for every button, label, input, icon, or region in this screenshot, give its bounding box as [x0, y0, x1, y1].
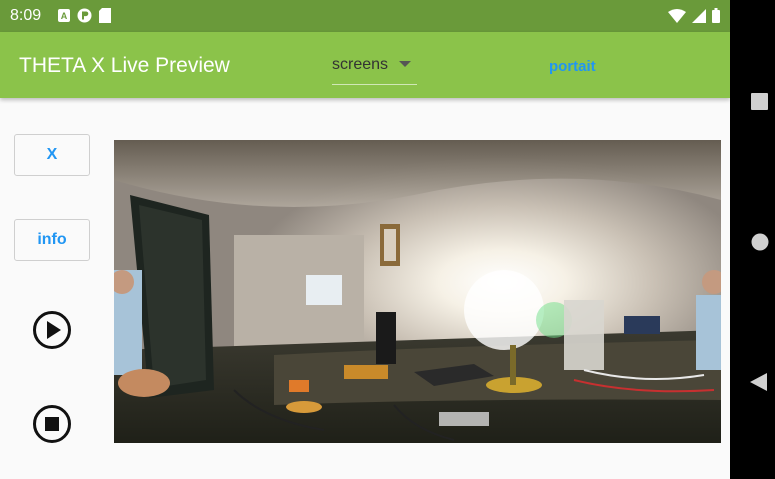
chevron-down-icon	[399, 61, 411, 67]
screens-dropdown[interactable]: screens	[332, 52, 417, 85]
a-icon: A	[58, 9, 70, 22]
wifi-icon	[668, 8, 686, 23]
info-button[interactable]: info	[14, 219, 90, 261]
app-bar: THETA X Live Preview screens portait	[0, 32, 730, 98]
p-icon	[77, 8, 92, 23]
back-icon[interactable]	[750, 373, 768, 391]
preview-scene	[114, 140, 721, 443]
status-icons-right	[668, 8, 720, 23]
sd-card-icon	[99, 8, 111, 23]
play-circle-icon[interactable]	[32, 310, 72, 350]
live-preview-image	[114, 140, 721, 443]
stop-circle-icon[interactable]	[32, 404, 72, 444]
recents-icon[interactable]	[751, 93, 768, 110]
app-screen: 8:09 A THETA X Live Preview screens port…	[0, 0, 730, 479]
status-icons-left: A	[58, 8, 111, 23]
x-button[interactable]: X	[14, 134, 90, 176]
navigation-bar	[730, 0, 775, 479]
signal-icon	[692, 8, 706, 23]
battery-icon	[712, 8, 720, 23]
app-title: THETA X Live Preview	[19, 54, 230, 77]
home-icon[interactable]	[751, 233, 769, 251]
dropdown-value: screens	[332, 56, 389, 73]
status-time: 8:09	[10, 7, 42, 24]
portrait-button[interactable]: portait	[549, 58, 596, 75]
status-bar: 8:09 A	[0, 0, 730, 32]
